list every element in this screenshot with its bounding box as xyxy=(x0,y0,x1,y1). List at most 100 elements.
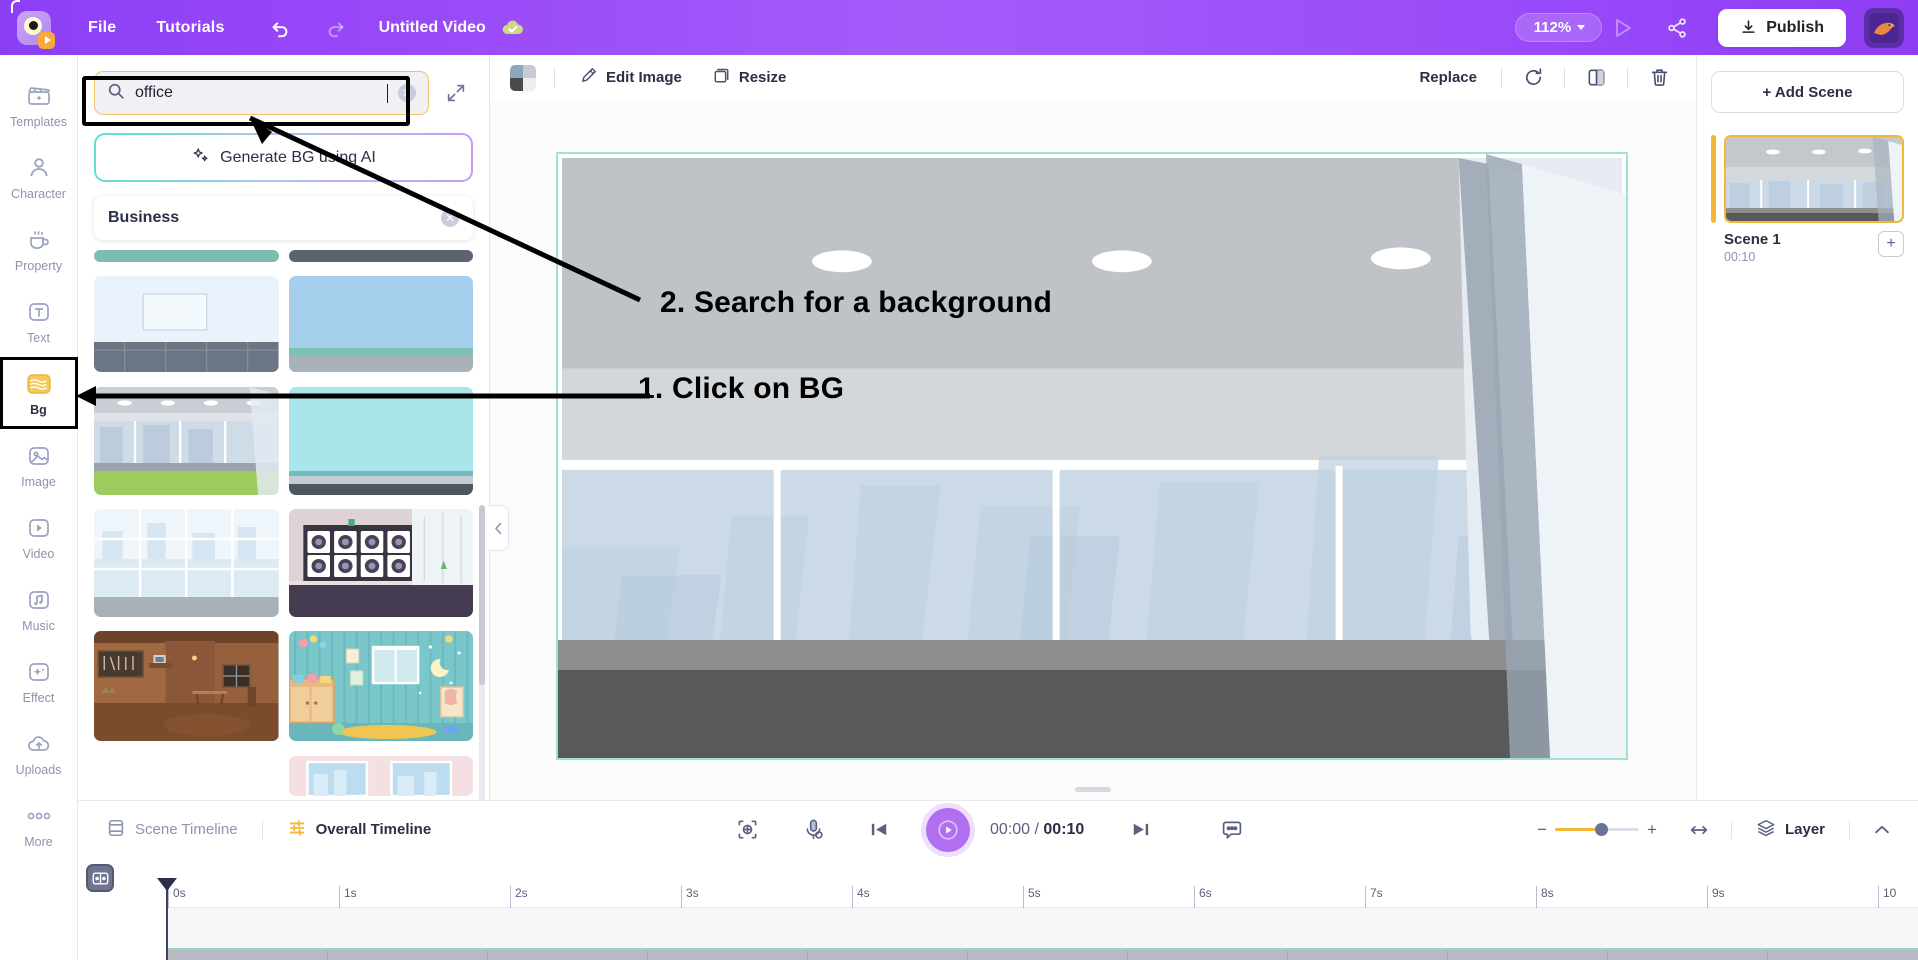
snap-icon[interactable] xyxy=(86,864,114,892)
sidebar-item-effect[interactable]: Effect xyxy=(0,645,78,717)
bg-thumb-laundromat[interactable] xyxy=(288,508,473,617)
trash-icon[interactable] xyxy=(1642,63,1676,93)
add-scene-after-icon[interactable]: + xyxy=(1878,231,1904,257)
zoom-slider-track[interactable] xyxy=(1555,823,1640,836)
overall-timeline-label: Overall Timeline xyxy=(315,821,432,838)
layer-label: Layer xyxy=(1784,821,1826,838)
timeline-zoom-slider[interactable]: − + xyxy=(1537,820,1657,840)
sidebar-item-bg[interactable]: Bg xyxy=(0,357,78,429)
fit-to-screen-icon[interactable] xyxy=(728,813,768,847)
sidebar-item-music[interactable]: Music xyxy=(0,573,78,645)
canvas-resize-handle[interactable] xyxy=(1075,787,1111,792)
reset-rotate-icon[interactable] xyxy=(1516,63,1550,93)
zoom-out-label[interactable]: − xyxy=(1537,820,1547,840)
zoom-level-dropdown[interactable]: 112% xyxy=(1514,13,1603,42)
bg-thumb-dark-strip[interactable] xyxy=(288,250,473,262)
zoom-in-label[interactable]: + xyxy=(1647,820,1657,840)
sidebar-item-templates[interactable]: Templates xyxy=(0,69,78,141)
skip-next-icon[interactable] xyxy=(1120,813,1160,847)
zoom-slider-knob[interactable] xyxy=(1595,823,1609,836)
annotation-2-label: 2. Search for a background xyxy=(660,286,1052,319)
layer-button[interactable]: Layer xyxy=(1744,818,1837,842)
bg-thumb-workshop[interactable] xyxy=(94,631,279,742)
play-button[interactable] xyxy=(925,807,970,852)
sidebar-item-video[interactable]: Video xyxy=(0,501,78,573)
chevron-up-icon[interactable] xyxy=(1862,813,1902,847)
templates-icon xyxy=(23,82,55,110)
generate-bg-ai-button[interactable]: Generate BG using AI xyxy=(96,135,471,180)
sidebar-label-bg: Bg xyxy=(30,402,47,417)
bg-thumb-kids-room[interactable] xyxy=(288,631,473,742)
generate-bg-ai-wrapper: Generate BG using AI xyxy=(94,133,473,182)
fit-width-icon[interactable] xyxy=(1679,813,1719,847)
bg-thumb-cyan-wall[interactable] xyxy=(288,386,473,495)
brush-icon xyxy=(579,66,598,89)
microphone-icon[interactable] xyxy=(794,813,834,847)
sidebar-item-property[interactable]: Property xyxy=(0,213,78,285)
floor-band-light xyxy=(558,640,1626,670)
publish-button[interactable]: Publish xyxy=(1718,8,1846,47)
sidebar-item-image[interactable]: Image xyxy=(0,429,78,501)
annotation-1-label: 1. Click on BG xyxy=(638,372,845,405)
panel-scrollbar-thumb[interactable] xyxy=(479,505,485,685)
replace-button[interactable]: Replace xyxy=(1409,69,1487,86)
flip-icon[interactable] xyxy=(1579,63,1613,93)
tab-overall-timeline[interactable]: Overall Timeline xyxy=(275,818,444,842)
menu-file[interactable]: File xyxy=(68,19,136,37)
scene-timeline-icon xyxy=(106,818,126,842)
canvas-stage[interactable] xyxy=(556,152,1628,760)
timeline-clip[interactable] xyxy=(168,948,1918,960)
bg-thumb-glass-window[interactable] xyxy=(94,508,279,617)
sidebar-label-templates: Templates xyxy=(10,114,67,129)
sidebar-item-character[interactable]: Character xyxy=(0,141,78,213)
redo-icon[interactable] xyxy=(315,10,357,46)
user-avatar[interactable] xyxy=(1864,7,1904,48)
ruler-tick-1: 1s xyxy=(339,886,357,908)
clip-segment xyxy=(1768,950,1918,960)
timeline-ruler[interactable]: 0s 1s 2s 3s 4s 5s 6s 7s 8s 9s 10 xyxy=(168,886,1918,908)
character-icon xyxy=(23,154,55,182)
collapse-panel-button[interactable] xyxy=(489,505,509,551)
clear-category-icon[interactable]: ✕ xyxy=(441,209,459,227)
search-input[interactable] xyxy=(135,84,381,102)
menu-tutorials[interactable]: Tutorials xyxy=(136,19,244,37)
edit-image-button[interactable]: Edit Image xyxy=(569,66,692,89)
tab-scene-timeline[interactable]: Scene Timeline xyxy=(94,818,250,842)
sidebar-label-music: Music xyxy=(22,618,55,633)
skip-previous-icon[interactable] xyxy=(860,813,900,847)
sidebar-item-more[interactable]: More xyxy=(0,789,78,861)
bg-thumb-white-room[interactable] xyxy=(94,276,279,373)
bg-thumb-office-glass[interactable] xyxy=(94,386,279,495)
share-icon[interactable] xyxy=(1656,10,1698,46)
timeline-playhead[interactable] xyxy=(157,878,177,960)
search-box[interactable]: ✕ xyxy=(94,71,429,115)
document-title[interactable]: Untitled Video xyxy=(379,19,486,37)
sidebar-item-uploads[interactable]: Uploads xyxy=(0,717,78,789)
sparkle-icon xyxy=(191,146,210,170)
color-swatch-icon[interactable] xyxy=(510,64,536,91)
add-scene-button[interactable]: + Add Scene xyxy=(1711,71,1904,113)
scene-thumbnail[interactable] xyxy=(1724,135,1904,223)
subtitle-icon[interactable] xyxy=(1212,813,1252,847)
resize-button[interactable]: Resize xyxy=(702,66,797,89)
bg-thumb-pink-room-b[interactable] xyxy=(288,755,473,796)
undo-icon[interactable] xyxy=(259,10,301,46)
logo-wrap xyxy=(0,0,68,49)
sidebar-item-text[interactable]: Text xyxy=(0,285,78,357)
app-logo-icon[interactable] xyxy=(11,0,55,49)
category-chip[interactable]: Business ✕ xyxy=(94,196,473,240)
toolbar-divider-2 xyxy=(1501,67,1502,88)
clear-search-icon[interactable]: ✕ xyxy=(398,84,416,102)
top-header: File Tutorials Untitled Video 112% Publi… xyxy=(0,0,1918,55)
right-glass-corner xyxy=(1486,154,1626,758)
preview-play-icon[interactable] xyxy=(1602,10,1644,46)
canvas-area[interactable] xyxy=(490,100,1696,800)
sidebar-label-effect: Effect xyxy=(22,690,55,705)
scene-active-indicator xyxy=(1711,135,1716,223)
timeline-tracks[interactable] xyxy=(168,908,1918,960)
bg-thumb-teal-strip[interactable] xyxy=(94,250,279,262)
timeline-divider-1 xyxy=(261,820,263,839)
expand-panel-icon[interactable] xyxy=(439,76,473,110)
category-name: Business xyxy=(108,209,180,226)
bg-thumb-blue-sky[interactable] xyxy=(288,276,473,373)
